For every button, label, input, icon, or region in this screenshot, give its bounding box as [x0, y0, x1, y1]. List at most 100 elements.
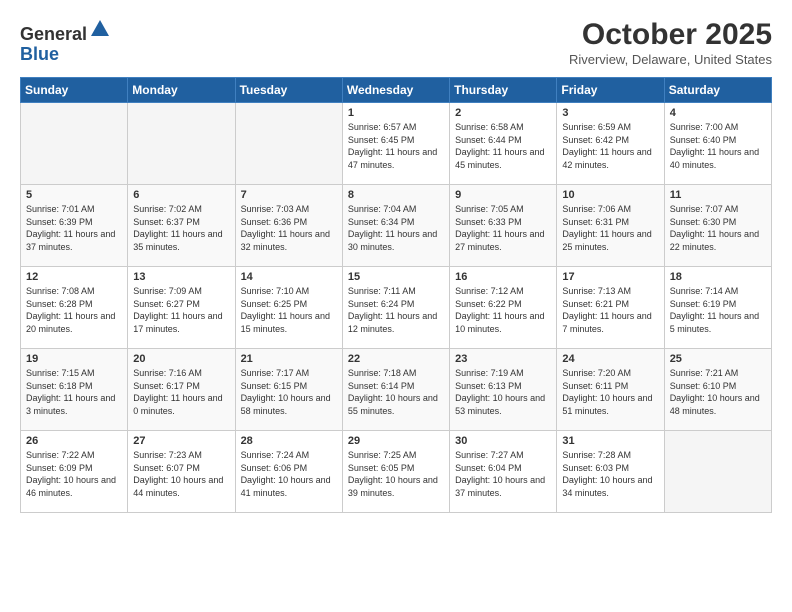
day-number: 7: [241, 189, 337, 201]
week-row-1: 1 Sunrise: 6:57 AM Sunset: 6:45 PM Daylig…: [21, 103, 772, 185]
table-cell: 10 Sunrise: 7:06 AM Sunset: 6:31 PM Dayli…: [557, 185, 664, 267]
table-cell: 27 Sunrise: 7:23 AM Sunset: 6:07 PM Dayli…: [128, 431, 235, 513]
table-cell: 30 Sunrise: 7:27 AM Sunset: 6:04 PM Dayli…: [450, 431, 557, 513]
day-number: 30: [455, 435, 551, 447]
table-cell: 16 Sunrise: 7:12 AM Sunset: 6:22 PM Dayli…: [450, 267, 557, 349]
day-info: Sunrise: 7:00 AM Sunset: 6:40 PM Dayligh…: [670, 121, 766, 171]
month-title: October 2025: [569, 18, 772, 52]
table-cell: 4 Sunrise: 7:00 AM Sunset: 6:40 PM Daylig…: [664, 103, 771, 185]
day-info: Sunrise: 7:07 AM Sunset: 6:30 PM Dayligh…: [670, 203, 766, 253]
weekday-header-row: Sunday Monday Tuesday Wednesday Thursday…: [21, 78, 772, 103]
week-row-4: 19 Sunrise: 7:15 AM Sunset: 6:18 PM Dayli…: [21, 349, 772, 431]
table-cell: 17Sunrise: 7:13 AM Sunset: 6:21 PM Dayli…: [557, 267, 664, 349]
location-subtitle: Riverview, Delaware, United States: [569, 52, 772, 67]
day-info: Sunrise: 7:13 AM Sunset: 6:21 PM Dayligh…: [562, 285, 658, 335]
table-cell: 12 Sunrise: 7:08 AM Sunset: 6:28 PM Dayli…: [21, 267, 128, 349]
day-number: 21: [241, 353, 337, 365]
day-number: 2: [455, 107, 551, 119]
logo-icon: [89, 18, 111, 40]
day-info: Sunrise: 7:27 AM Sunset: 6:04 PM Dayligh…: [455, 449, 551, 499]
table-cell: [21, 103, 128, 185]
day-info: Sunrise: 7:21 AM Sunset: 6:10 PM Dayligh…: [670, 367, 766, 417]
table-cell: 24 Sunrise: 7:20 AM Sunset: 6:11 PM Dayli…: [557, 349, 664, 431]
day-info: Sunrise: 7:01 AM Sunset: 6:39 PM Dayligh…: [26, 203, 122, 253]
day-info: Sunrise: 7:20 AM Sunset: 6:11 PM Dayligh…: [562, 367, 658, 417]
day-info: Sunrise: 7:15 AM Sunset: 6:18 PM Dayligh…: [26, 367, 122, 417]
day-number: 1: [348, 107, 444, 119]
day-info: Sunrise: 7:12 AM Sunset: 6:22 PM Dayligh…: [455, 285, 551, 335]
day-info: Sunrise: 7:11 AM Sunset: 6:24 PM Dayligh…: [348, 285, 444, 335]
day-info: Sunrise: 7:08 AM Sunset: 6:28 PM Dayligh…: [26, 285, 122, 335]
day-number: 16: [455, 271, 551, 283]
day-number: 31: [562, 435, 658, 447]
day-number: 8: [348, 189, 444, 201]
day-info: Sunrise: 6:57 AM Sunset: 6:45 PM Dayligh…: [348, 121, 444, 171]
table-cell: [128, 103, 235, 185]
day-number: 23: [455, 353, 551, 365]
table-cell: 5 Sunrise: 7:01 AM Sunset: 6:39 PM Daylig…: [21, 185, 128, 267]
day-number: 15: [348, 271, 444, 283]
table-cell: 15 Sunrise: 7:11 AM Sunset: 6:24 PM Dayli…: [342, 267, 449, 349]
table-cell: 31 Sunrise: 7:28 AM Sunset: 6:03 PM Dayli…: [557, 431, 664, 513]
table-cell: 14 Sunrise: 7:10 AM Sunset: 6:25 PM Dayli…: [235, 267, 342, 349]
day-info: Sunrise: 7:05 AM Sunset: 6:33 PM Dayligh…: [455, 203, 551, 253]
day-number: 5: [26, 189, 122, 201]
day-info: Sunrise: 7:16 AM Sunset: 6:17 PM Dayligh…: [133, 367, 229, 417]
table-cell: 11 Sunrise: 7:07 AM Sunset: 6:30 PM Dayli…: [664, 185, 771, 267]
day-number: 11: [670, 189, 766, 201]
table-cell: 2Sunrise: 6:58 AM Sunset: 6:44 PM Daylig…: [450, 103, 557, 185]
day-number: 4: [670, 107, 766, 119]
table-cell: 28 Sunrise: 7:24 AM Sunset: 6:06 PM Dayli…: [235, 431, 342, 513]
header-tuesday: Tuesday: [235, 78, 342, 103]
table-cell: 29Sunrise: 7:25 AM Sunset: 6:05 PM Dayli…: [342, 431, 449, 513]
table-cell: 3 Sunrise: 6:59 AM Sunset: 6:42 PM Daylig…: [557, 103, 664, 185]
day-info: Sunrise: 7:22 AM Sunset: 6:09 PM Dayligh…: [26, 449, 122, 499]
table-cell: [664, 431, 771, 513]
day-number: 10: [562, 189, 658, 201]
day-info: Sunrise: 7:04 AM Sunset: 6:34 PM Dayligh…: [348, 203, 444, 253]
table-cell: 18Sunrise: 7:14 AM Sunset: 6:19 PM Dayli…: [664, 267, 771, 349]
day-info: Sunrise: 7:10 AM Sunset: 6:25 PM Dayligh…: [241, 285, 337, 335]
table-cell: [235, 103, 342, 185]
day-info: Sunrise: 7:18 AM Sunset: 6:14 PM Dayligh…: [348, 367, 444, 417]
table-cell: 1 Sunrise: 6:57 AM Sunset: 6:45 PM Daylig…: [342, 103, 449, 185]
table-cell: 6 Sunrise: 7:02 AM Sunset: 6:37 PM Daylig…: [128, 185, 235, 267]
table-cell: 19 Sunrise: 7:15 AM Sunset: 6:18 PM Dayli…: [21, 349, 128, 431]
day-info: Sunrise: 6:59 AM Sunset: 6:42 PM Dayligh…: [562, 121, 658, 171]
table-cell: 25 Sunrise: 7:21 AM Sunset: 6:10 PM Dayli…: [664, 349, 771, 431]
day-number: 22: [348, 353, 444, 365]
page: General Blue October 2025 Riverview, Del…: [0, 0, 792, 612]
day-info: Sunrise: 7:09 AM Sunset: 6:27 PM Dayligh…: [133, 285, 229, 335]
day-info: Sunrise: 7:24 AM Sunset: 6:06 PM Dayligh…: [241, 449, 337, 499]
table-cell: 22 Sunrise: 7:18 AM Sunset: 6:14 PM Dayli…: [342, 349, 449, 431]
day-number: 3: [562, 107, 658, 119]
day-info: Sunrise: 7:03 AM Sunset: 6:36 PM Dayligh…: [241, 203, 337, 253]
day-info: Sunrise: 7:02 AM Sunset: 6:37 PM Dayligh…: [133, 203, 229, 253]
table-cell: 7 Sunrise: 7:03 AM Sunset: 6:36 PM Daylig…: [235, 185, 342, 267]
day-number: 6: [133, 189, 229, 201]
day-number: 24: [562, 353, 658, 365]
day-info: Sunrise: 7:28 AM Sunset: 6:03 PM Dayligh…: [562, 449, 658, 499]
day-number: 18: [670, 271, 766, 283]
day-number: 9: [455, 189, 551, 201]
day-number: 26: [26, 435, 122, 447]
day-number: 19: [26, 353, 122, 365]
title-block: October 2025 Riverview, Delaware, United…: [569, 18, 772, 67]
week-row-3: 12 Sunrise: 7:08 AM Sunset: 6:28 PM Dayli…: [21, 267, 772, 349]
day-number: 25: [670, 353, 766, 365]
header-saturday: Saturday: [664, 78, 771, 103]
day-info: Sunrise: 7:17 AM Sunset: 6:15 PM Dayligh…: [241, 367, 337, 417]
day-info: Sunrise: 7:23 AM Sunset: 6:07 PM Dayligh…: [133, 449, 229, 499]
table-cell: 20Sunrise: 7:16 AM Sunset: 6:17 PM Dayli…: [128, 349, 235, 431]
header-sunday: Sunday: [21, 78, 128, 103]
table-cell: 21 Sunrise: 7:17 AM Sunset: 6:15 PM Dayli…: [235, 349, 342, 431]
logo-blue-text: Blue: [20, 44, 59, 64]
day-info: Sunrise: 7:06 AM Sunset: 6:31 PM Dayligh…: [562, 203, 658, 253]
day-number: 12: [26, 271, 122, 283]
table-cell: 9 Sunrise: 7:05 AM Sunset: 6:33 PM Daylig…: [450, 185, 557, 267]
calendar-table: Sunday Monday Tuesday Wednesday Thursday…: [20, 77, 772, 513]
table-cell: 8 Sunrise: 7:04 AM Sunset: 6:34 PM Daylig…: [342, 185, 449, 267]
day-number: 27: [133, 435, 229, 447]
day-number: 14: [241, 271, 337, 283]
day-number: 28: [241, 435, 337, 447]
